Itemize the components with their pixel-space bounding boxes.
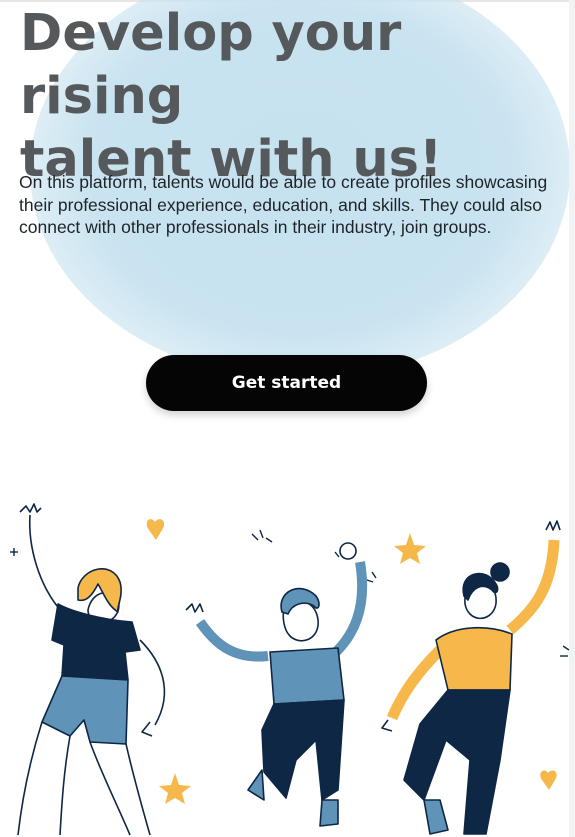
get-started-button[interactable]: Get started bbox=[146, 355, 427, 411]
star-icon bbox=[159, 773, 191, 804]
celebrating-people-illustration bbox=[10, 503, 570, 836]
star-icon bbox=[394, 533, 426, 564]
hero-description: On this platform, talents would be able … bbox=[19, 172, 548, 237]
heart-icon bbox=[540, 770, 557, 790]
person-middle bbox=[185, 542, 368, 827]
hero-title: Develop your rising talent with us! bbox=[20, 2, 560, 191]
heart-icon bbox=[146, 519, 165, 540]
person-left bbox=[17, 503, 166, 836]
hero-title-line-1: Develop your rising bbox=[20, 4, 402, 126]
person-right bbox=[381, 520, 561, 835]
